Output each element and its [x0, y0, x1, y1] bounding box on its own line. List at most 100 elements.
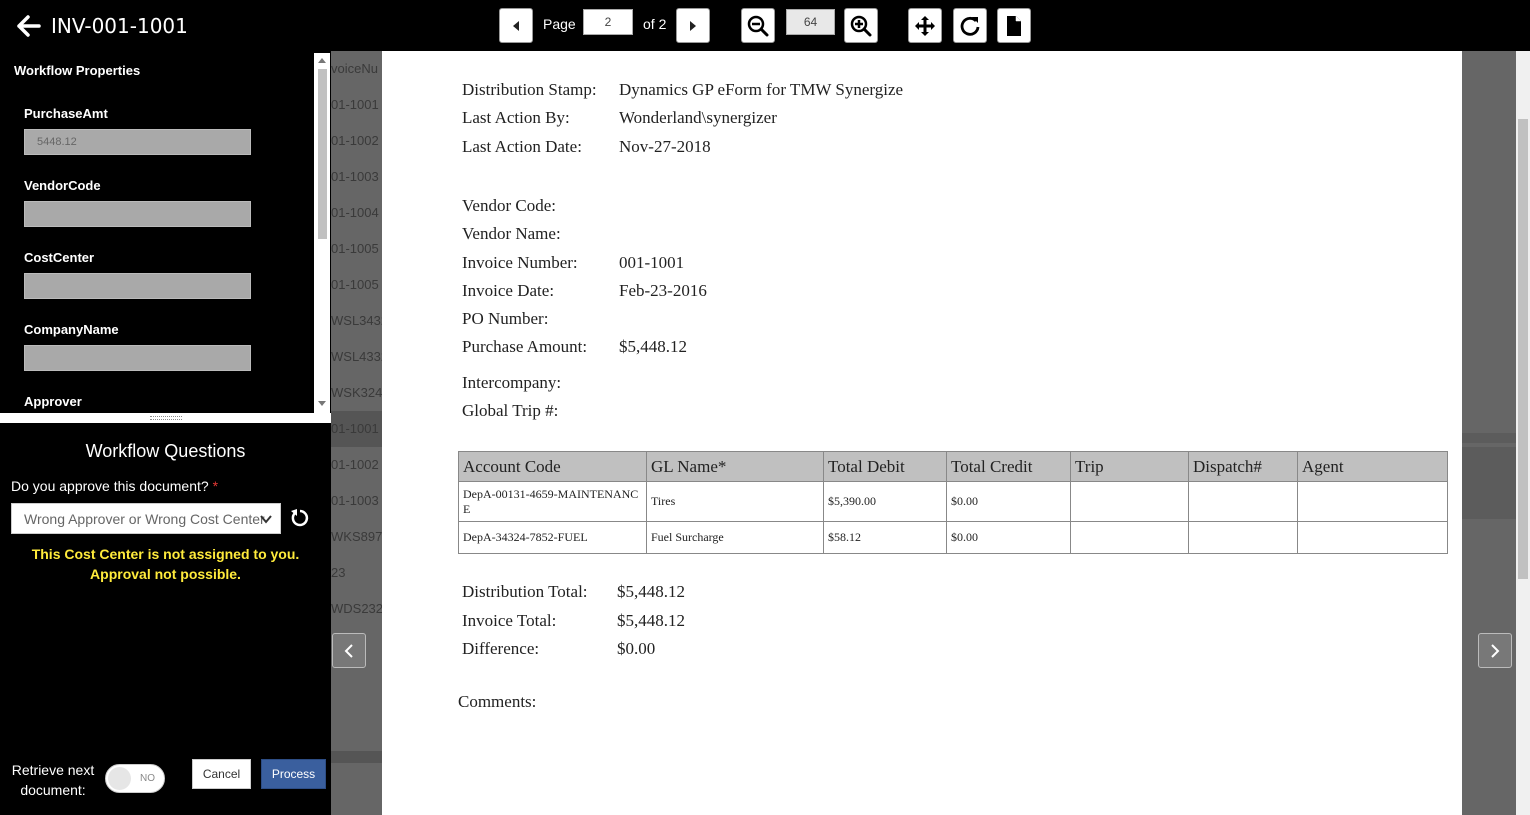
- grid-row: 01-1003: [331, 169, 379, 184]
- table-cell: Tires: [646, 481, 824, 522]
- doc-label: Vendor Name:: [462, 224, 561, 243]
- caret-left-icon: [513, 20, 519, 31]
- grid-row: 01-1002: [331, 457, 379, 472]
- page-number-input[interactable]: 2: [583, 9, 633, 35]
- retrieve-next-label: Retrieve next document:: [11, 762, 95, 798]
- vendor-code-field[interactable]: [24, 201, 251, 227]
- approval-select-value: Wrong Approver or Wrong Cost Center: [24, 511, 265, 527]
- panel-resize-handle[interactable]: [0, 413, 331, 423]
- doc-label: PO Number:: [462, 309, 549, 328]
- zoom-out-button[interactable]: [741, 8, 775, 43]
- properties-scrollbar[interactable]: [314, 53, 330, 413]
- next-page-button[interactable]: [676, 8, 710, 43]
- document-page: Distribution Stamp: Dynamics GP eForm fo…: [382, 51, 1462, 815]
- zoom-out-icon: [747, 15, 769, 36]
- doc-label: Invoice Date:: [462, 281, 555, 300]
- grid-row: 01-1004: [331, 205, 379, 220]
- cost-center-field[interactable]: [24, 273, 251, 299]
- table-cell: $0.00: [946, 521, 1071, 554]
- doc-label: Purchase Amount:: [462, 337, 588, 356]
- zoom-level-input[interactable]: 64: [786, 9, 835, 35]
- doc-value: $5,448.12: [617, 582, 685, 601]
- doc-value: Feb-23-2016: [619, 281, 707, 300]
- doc-value: $5,448.12: [619, 337, 687, 356]
- approval-error-message: This Cost Center is not assigned to you.…: [31, 546, 300, 582]
- grid-footer-bar: [331, 751, 382, 763]
- chevron-left-icon: [344, 643, 353, 658]
- properties-title: Workflow Properties: [14, 63, 141, 78]
- table-header-row: Account Code GL Name* Total Debit Total …: [458, 451, 1448, 482]
- single-page-button[interactable]: [997, 8, 1031, 43]
- doc-label: Distribution Total:: [462, 582, 588, 601]
- table-cell: $5,390.00: [823, 481, 947, 522]
- toggle-knob: [108, 767, 131, 790]
- viewer-scrollbar[interactable]: [1516, 51, 1530, 815]
- grid-row: WSL3432: [331, 313, 382, 328]
- approve-question-text: Do you approve this document?: [11, 478, 209, 494]
- zoom-in-button[interactable]: [844, 8, 878, 43]
- grid-row: 01-1005: [331, 277, 379, 292]
- process-button[interactable]: Process: [261, 759, 326, 789]
- pan-button[interactable]: [908, 8, 942, 43]
- caret-right-icon: [690, 20, 696, 31]
- table-cell: [1297, 521, 1448, 554]
- column-header: Total Debit: [823, 451, 947, 482]
- approver-label: Approver: [24, 394, 82, 409]
- rotate-button[interactable]: [953, 8, 987, 43]
- prev-page-button[interactable]: [499, 8, 533, 43]
- grid-row: 01-1001: [331, 411, 382, 447]
- workflow-questions-title: Workflow Questions: [85, 441, 246, 461]
- page-label: Page: [543, 16, 576, 32]
- grid-row: voiceNu: [331, 61, 378, 76]
- column-header: GL Name*: [646, 451, 824, 482]
- gutter-band: [1462, 447, 1516, 519]
- column-header: Total Credit: [946, 451, 1071, 482]
- scroll-down-icon[interactable]: [318, 401, 326, 406]
- distribution-table: Account Code GL Name* Total Debit Total …: [458, 451, 1448, 554]
- toggle-state-label: NO: [140, 773, 155, 784]
- back-arrow-icon[interactable]: [16, 13, 42, 39]
- table-cell: [1070, 521, 1189, 554]
- scroll-up-icon[interactable]: [318, 58, 326, 63]
- cost-center-label: CostCenter: [24, 250, 95, 265]
- grid-row: WKS8978: [331, 529, 382, 544]
- reset-icon[interactable]: [290, 508, 310, 528]
- required-mark: *: [212, 478, 219, 494]
- column-header: Account Code: [458, 451, 647, 482]
- grid-row: 01-1002: [331, 133, 379, 148]
- page-icon: [1007, 15, 1021, 36]
- doc-value: $0.00: [617, 639, 656, 658]
- doc-label: Difference:: [462, 639, 540, 658]
- doc-label: Invoice Number:: [462, 253, 578, 272]
- right-gutter: [1462, 51, 1516, 815]
- next-document-button[interactable]: [1478, 633, 1512, 668]
- rotate-icon: [960, 16, 980, 36]
- table-cell: [1070, 481, 1189, 522]
- workflow-properties-panel: Workflow Properties PurchaseAmt 5448.12 …: [2, 53, 314, 413]
- cancel-button[interactable]: Cancel: [192, 759, 251, 789]
- doc-label: Intercompany:: [462, 373, 562, 392]
- doc-label: Global Trip #:: [462, 401, 559, 420]
- doc-label: Vendor Code:: [462, 196, 556, 215]
- background-invoice-grid: voiceNu 01-1001 01-1002 01-1003 01-1004 …: [331, 51, 382, 815]
- table-cell: [1188, 481, 1298, 522]
- approve-question: Do you approve this document? *: [11, 478, 218, 494]
- column-header: Agent: [1297, 451, 1448, 482]
- viewer-scroll-thumb[interactable]: [1518, 119, 1528, 579]
- grid-row: WSK3243: [331, 385, 382, 400]
- scroll-thumb[interactable]: [318, 69, 327, 239]
- column-header: Dispatch#: [1188, 451, 1298, 482]
- grid-row: 23: [331, 565, 346, 580]
- purchase-amt-field[interactable]: 5448.12: [24, 129, 251, 155]
- grid-row: 01-1001: [331, 97, 379, 112]
- approval-select[interactable]: Wrong Approver or Wrong Cost Center: [11, 503, 281, 534]
- chevron-right-icon: [1491, 643, 1500, 658]
- table-row: DepA-34324-7852-FUEL Fuel Surcharge $58.…: [458, 521, 1448, 554]
- retrieve-next-toggle[interactable]: NO: [105, 764, 165, 793]
- left-panel: Workflow Properties PurchaseAmt 5448.12 …: [0, 51, 331, 815]
- company-name-field[interactable]: [24, 345, 251, 371]
- previous-document-button[interactable]: [332, 633, 366, 668]
- doc-label: Invoice Total:: [462, 611, 557, 630]
- grid-row: WSL4332: [331, 349, 382, 364]
- grid-row: 01-1005: [331, 241, 379, 256]
